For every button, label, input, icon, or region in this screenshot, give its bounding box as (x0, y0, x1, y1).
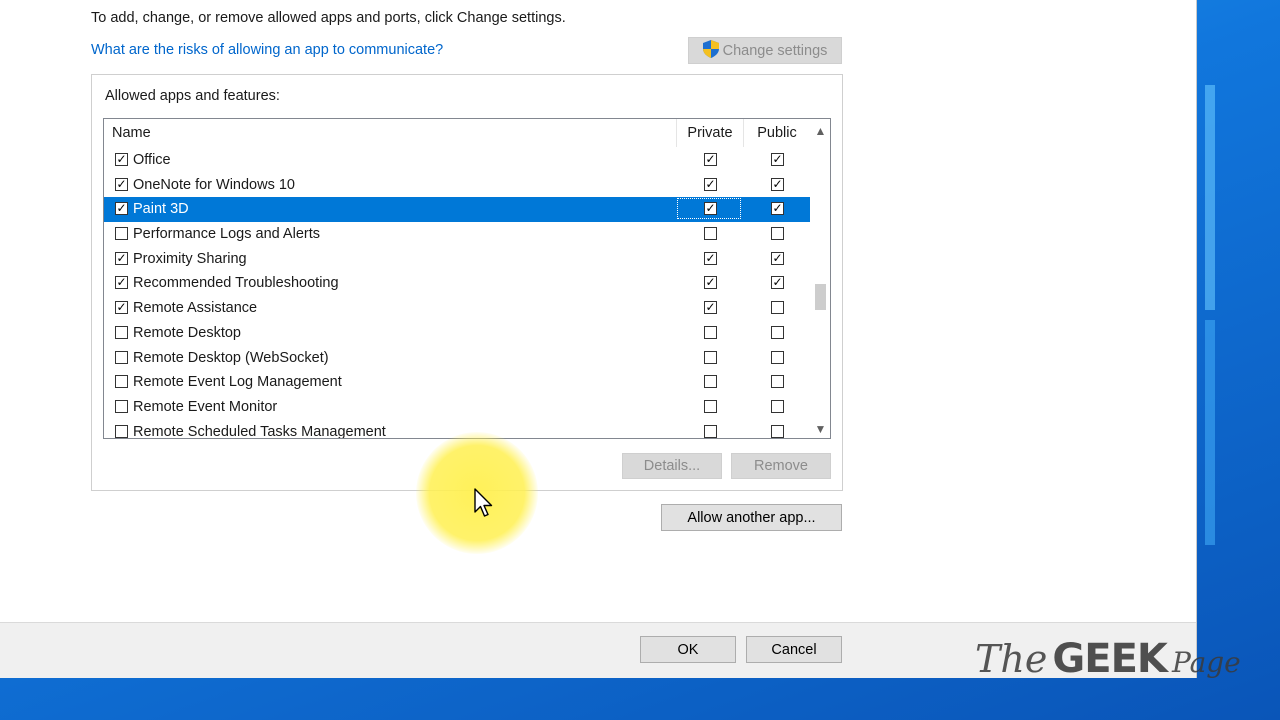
app-enabled-checkbox[interactable]: ✓ (115, 301, 128, 315)
private-checkbox[interactable]: ✓ (704, 177, 717, 191)
app-name: Remote Assistance (133, 300, 258, 317)
app-enabled-checkbox[interactable] (115, 350, 128, 364)
change-settings-button[interactable]: Change settings (688, 37, 842, 64)
change-settings-label: Change settings (722, 43, 828, 59)
app-name: Performance Logs and Alerts (133, 226, 320, 243)
public-checkbox[interactable] (771, 227, 784, 241)
allowed-apps-window: To add, change, or remove allowed apps a… (0, 0, 1197, 678)
app-name: Remote Event Monitor (133, 398, 278, 415)
private-checkbox[interactable] (704, 399, 717, 413)
private-checkbox[interactable] (704, 227, 717, 241)
chevron-down-icon[interactable]: ▼ (811, 419, 830, 438)
app-name: Remote Scheduled Tasks Management (133, 423, 386, 439)
app-name: Remote Desktop (133, 324, 241, 341)
instruction-text: To add, change, or remove allowed apps a… (91, 10, 566, 26)
app-enabled-checkbox[interactable] (115, 399, 128, 413)
public-checkbox[interactable] (771, 375, 784, 389)
app-row[interactable]: ✓ OneNote for Windows 10 ✓ ✓ (104, 173, 810, 198)
private-checkbox[interactable] (704, 375, 717, 389)
watermark-the: The (975, 637, 1048, 681)
app-row[interactable]: Remote Event Monitor (104, 395, 810, 420)
app-name: Proximity Sharing (133, 250, 247, 267)
desktop-light-streak (1205, 85, 1215, 310)
app-row[interactable]: Remote Desktop (104, 321, 810, 346)
column-header-public[interactable]: Public (743, 119, 810, 147)
public-checkbox[interactable]: ✓ (771, 153, 784, 166)
vertical-scrollbar[interactable]: ▲ ▼ (811, 119, 830, 438)
mouse-pointer-icon (474, 488, 493, 517)
allow-another-app-button[interactable]: Allow another app... (661, 504, 842, 531)
public-checkbox[interactable] (771, 424, 784, 438)
geek-page-watermark: The GEEK Page (975, 636, 1241, 686)
app-name: Office (133, 152, 171, 168)
public-checkbox[interactable]: ✓ (771, 177, 784, 191)
public-checkbox[interactable]: ✓ (771, 276, 784, 290)
group-title: Allowed apps and features: (105, 88, 280, 104)
private-checkbox[interactable] (704, 424, 717, 438)
cancel-button[interactable]: Cancel (746, 636, 842, 663)
list-rows: ✓ Office ✓ ✓ ✓ OneNote for Windows 10 ✓ ✓ ✓ Paint… (104, 148, 810, 439)
app-row[interactable]: ✓ Paint 3D ✓ ✓ (104, 197, 810, 223)
app-row[interactable]: Remote Desktop (WebSocket) (104, 346, 810, 371)
column-header-name[interactable]: Name (112, 119, 151, 147)
app-row[interactable]: ✓ Proximity Sharing ✓ ✓ (104, 247, 810, 272)
app-enabled-checkbox[interactable]: ✓ (115, 202, 128, 216)
risks-link[interactable]: What are the risks of allowing an app to… (91, 42, 443, 58)
private-checkbox[interactable]: ✓ (704, 301, 717, 315)
allowed-apps-list[interactable]: Name Private Public ✓ Office ✓ ✓ ✓ OneNote fo… (103, 118, 831, 439)
app-enabled-checkbox[interactable]: ✓ (115, 153, 128, 166)
public-checkbox[interactable]: ✓ (771, 202, 784, 216)
scrollbar-thumb[interactable] (815, 284, 826, 310)
app-row[interactable]: ✓ Recommended Troubleshooting ✓ ✓ (104, 271, 810, 296)
public-checkbox[interactable] (771, 301, 784, 315)
private-checkbox[interactable]: ✓ (704, 251, 717, 265)
chevron-up-icon[interactable]: ▲ (811, 121, 830, 141)
private-checkbox[interactable]: ✓ (704, 276, 717, 290)
watermark-geek: GEEK (1052, 636, 1167, 682)
app-enabled-checkbox[interactable] (115, 325, 128, 339)
watermark-page: Page (1171, 646, 1241, 679)
app-row[interactable]: ✓ Office ✓ ✓ (104, 148, 810, 173)
app-row[interactable]: Remote Event Log Management (104, 370, 810, 395)
uac-shield-icon (702, 40, 719, 58)
private-checkbox[interactable]: ✓ (704, 153, 717, 166)
app-name: Paint 3D (133, 201, 189, 218)
public-checkbox[interactable] (771, 350, 784, 364)
app-name: Recommended Troubleshooting (133, 275, 339, 292)
app-enabled-checkbox[interactable] (115, 227, 128, 241)
private-checkbox[interactable] (704, 350, 717, 364)
ok-button[interactable]: OK (640, 636, 736, 663)
app-row[interactable]: ✓ Remote Assistance ✓ (104, 296, 810, 321)
app-enabled-checkbox[interactable]: ✓ (115, 251, 128, 265)
app-enabled-checkbox[interactable] (115, 375, 128, 389)
column-header-private[interactable]: Private (676, 119, 743, 147)
public-checkbox[interactable] (771, 325, 784, 339)
app-enabled-checkbox[interactable]: ✓ (115, 177, 128, 191)
app-name: OneNote for Windows 10 (133, 176, 295, 193)
app-row[interactable]: Performance Logs and Alerts (104, 222, 810, 247)
private-checkbox[interactable]: ✓ (704, 202, 717, 216)
app-enabled-checkbox[interactable] (115, 424, 128, 438)
private-checkbox[interactable] (704, 325, 717, 339)
list-header: Name Private Public (104, 119, 814, 147)
app-name: Remote Event Log Management (133, 374, 342, 391)
desktop-light-streak (1205, 320, 1215, 545)
app-name: Remote Desktop (WebSocket) (133, 349, 329, 366)
public-checkbox[interactable] (771, 399, 784, 413)
details-button[interactable]: Details... (622, 453, 722, 479)
remove-button[interactable]: Remove (731, 453, 831, 479)
app-enabled-checkbox[interactable]: ✓ (115, 276, 128, 290)
public-checkbox[interactable]: ✓ (771, 251, 784, 265)
